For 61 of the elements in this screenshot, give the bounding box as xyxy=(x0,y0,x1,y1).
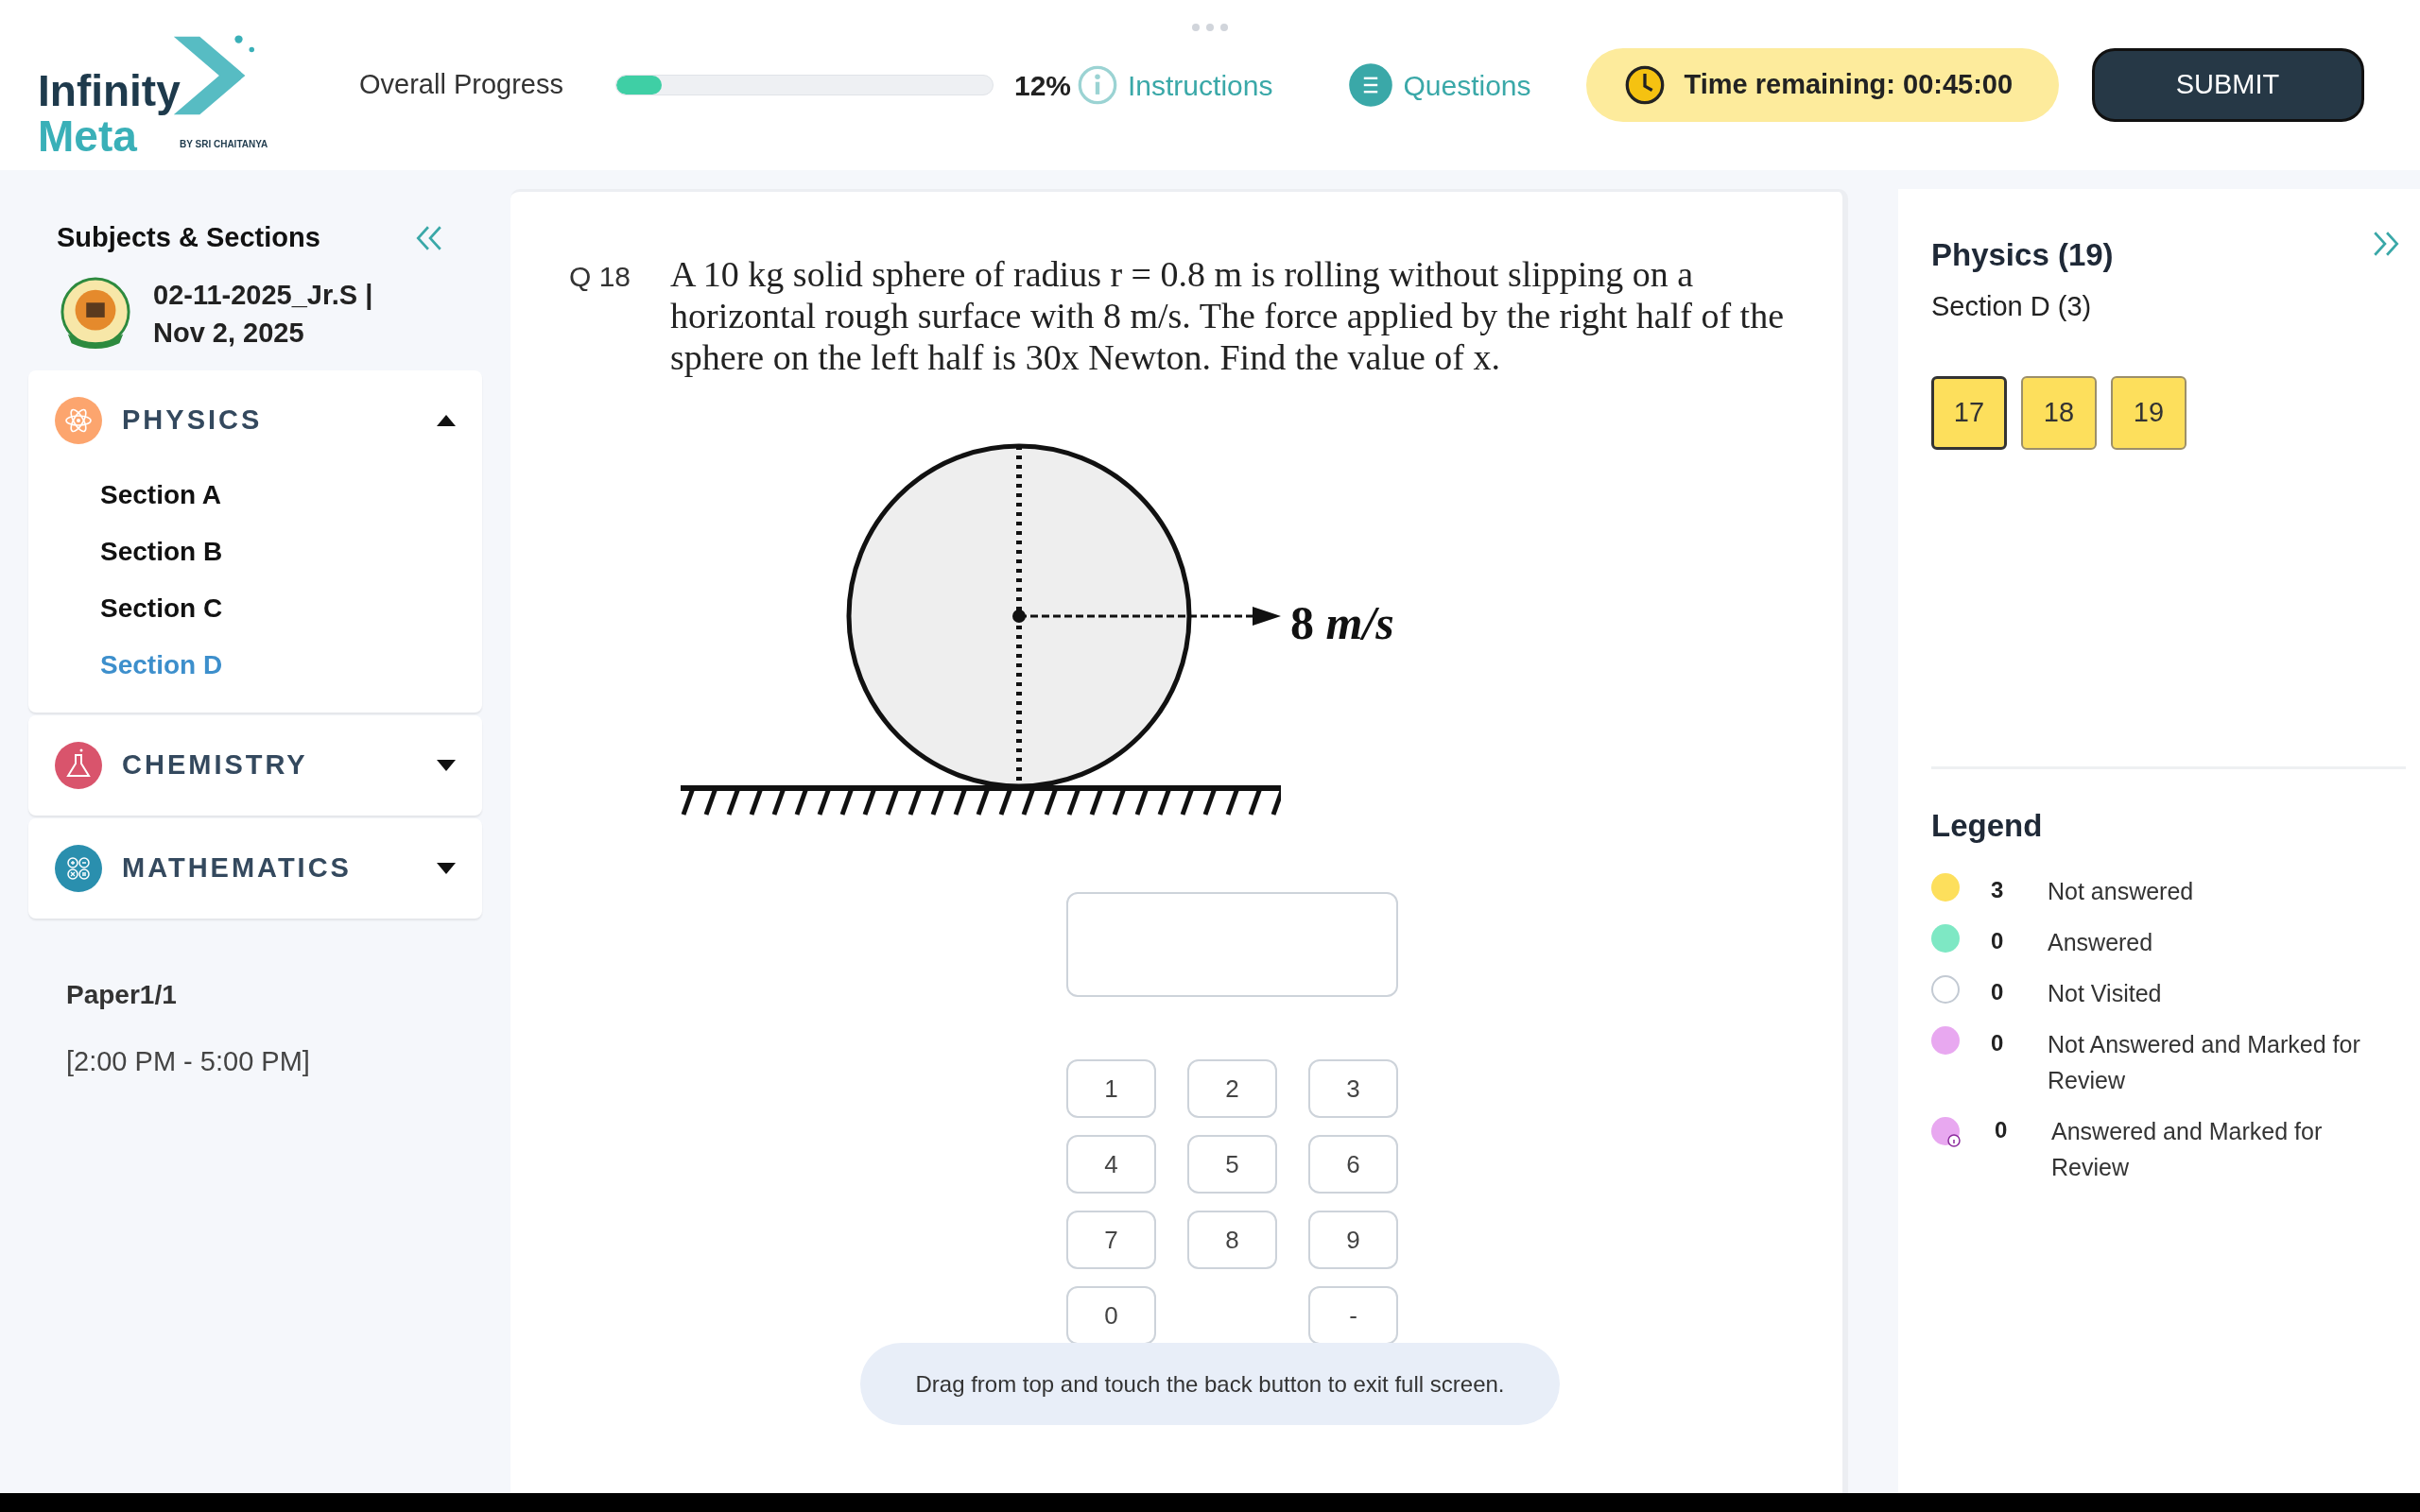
time-remaining: Time remaining: 00:45:00 xyxy=(1684,68,2014,102)
status-label: Answered xyxy=(2048,927,2154,957)
palette-section: Section D (3) xyxy=(1931,285,2406,327)
keypad-key[interactable]: 0 xyxy=(1066,1286,1156,1345)
answer-field[interactable] xyxy=(1066,892,1398,997)
keypad-key[interactable]: 7 xyxy=(1066,1211,1156,1269)
section-item[interactable]: Section B xyxy=(28,523,482,580)
status-count: 0 xyxy=(1991,1028,2005,1057)
palette-title: Physics (19) xyxy=(1931,236,2114,274)
question-tile[interactable]: 19 xyxy=(2111,376,2187,450)
keypad-key[interactable]: 4 xyxy=(1066,1135,1156,1194)
toast-message: Drag from top and touch the back button to exit full screen. xyxy=(860,1343,1560,1425)
keypad-key[interactable]: - xyxy=(1308,1286,1398,1345)
keypad-key[interactable]: 8 xyxy=(1187,1211,1277,1269)
drag-handle-icon xyxy=(1191,23,1229,32)
info-icon xyxy=(1077,64,1118,106)
paper-time: [2:00 PM - 5:00 PM] xyxy=(66,1044,311,1078)
subject-name[interactable]: PHYSICS xyxy=(122,399,437,441)
keypad-key[interactable]: 9 xyxy=(1308,1211,1398,1269)
logo-tagline: BY SRI CHAITANYA xyxy=(180,138,268,151)
progress-label: Overall Progress xyxy=(359,68,563,102)
keypad-key[interactable]: 3 xyxy=(1308,1059,1398,1118)
exam-name: 02-11-2025_Jr.S | xyxy=(153,278,373,312)
list-icon xyxy=(1348,62,1394,108)
clock-icon xyxy=(1623,64,1666,106)
caret-up-icon[interactable] xyxy=(437,414,456,426)
question-text: A 10 kg solid sphere of radius r = 0.8 m is rolling without slipping on a horizontal rough surface with 8 m/s. The force applied by the right half of the sphere on the left half is 30x Newton. Find the value of x. xyxy=(670,253,1785,378)
status-label: Not Visited xyxy=(2048,978,2163,1008)
atom-icon xyxy=(55,396,102,444)
legend-title: Legend xyxy=(1931,807,2044,845)
status-count: 0 xyxy=(1991,977,2005,1006)
submit-button[interactable]: SUBMIT xyxy=(2091,48,2364,122)
status-label: Not Answered and Marked for Review xyxy=(2048,1029,2361,1095)
progress-percent: 12% xyxy=(1013,68,1071,103)
keypad-key[interactable]: 2 xyxy=(1187,1059,1277,1118)
status-label: Not answered xyxy=(2048,876,2195,906)
flask-icon xyxy=(55,741,102,789)
status-label: Answered and Marked for Review xyxy=(2051,1116,2324,1182)
school-emblem-icon xyxy=(59,276,132,351)
question-tile[interactable]: 17 xyxy=(1931,376,2007,450)
sidebar-title: Subjects & Sections xyxy=(57,221,320,254)
exam-date: Nov 2, 2025 xyxy=(153,316,305,350)
velocity-label: 8 m/s xyxy=(1290,595,1394,651)
question-tile[interactable]: 18 xyxy=(2021,376,2097,450)
subject-name[interactable]: CHEMISTRY xyxy=(122,744,437,786)
subject-name[interactable]: MATHEMATICS xyxy=(122,847,437,889)
status-count: 0 xyxy=(1995,1115,2009,1144)
keypad-key[interactable]: 1 xyxy=(1066,1059,1156,1118)
status-count: 3 xyxy=(1991,875,2005,904)
status-count: 0 xyxy=(1991,926,2005,955)
logo-text: Meta xyxy=(38,114,137,158)
keypad-key[interactable]: 5 xyxy=(1187,1135,1277,1194)
paper-name: Paper1/1 xyxy=(66,978,178,1011)
section-item[interactable]: Section C xyxy=(28,579,482,637)
caret-down-icon[interactable] xyxy=(437,759,456,771)
question-number: Q 18 xyxy=(569,260,632,294)
caret-down-icon[interactable] xyxy=(437,862,456,874)
calculator-symbols-icon xyxy=(55,844,102,892)
keypad-key[interactable]: 6 xyxy=(1308,1135,1398,1194)
section-item[interactable]: Section A xyxy=(28,466,482,524)
section-item[interactable]: Section D xyxy=(28,636,482,694)
